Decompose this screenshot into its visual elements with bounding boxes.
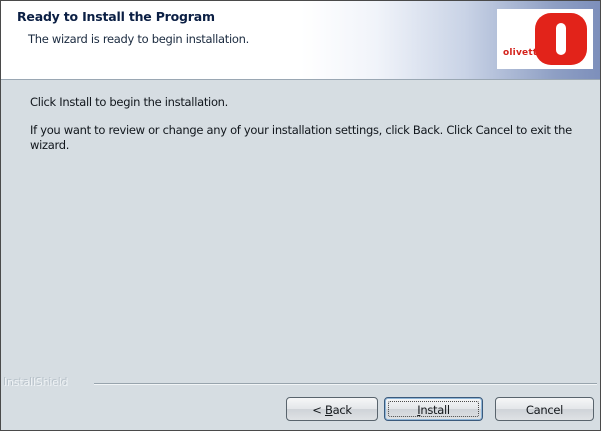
olivetti-logo: olivetti — [497, 9, 593, 69]
installer-window: Ready to Install the Program The wizard … — [0, 0, 601, 431]
focus-rect — [388, 401, 479, 417]
olivetti-logo-icon — [535, 13, 587, 65]
info-text: If you want to review or change any of y… — [30, 123, 572, 152]
installshield-brand: InstallShield — [4, 376, 69, 389]
logo-mark-bar — [556, 23, 566, 55]
footer-divider — [94, 383, 597, 385]
cancel-button[interactable]: Cancel — [495, 397, 594, 421]
page-subtitle: The wizard is ready to begin installatio… — [28, 32, 249, 46]
page-title: Ready to Install the Program — [17, 9, 215, 24]
back-button[interactable]: < Back — [286, 397, 378, 421]
back-prefix: < — [312, 403, 325, 417]
back-mnemonic: B — [324, 403, 333, 417]
instruction-text: Click Install to begin the installation. — [30, 95, 229, 109]
install-button[interactable]: Install — [384, 397, 483, 421]
header-banner: Ready to Install the Program The wizard … — [1, 1, 600, 80]
back-label-rest: ack — [332, 403, 352, 417]
